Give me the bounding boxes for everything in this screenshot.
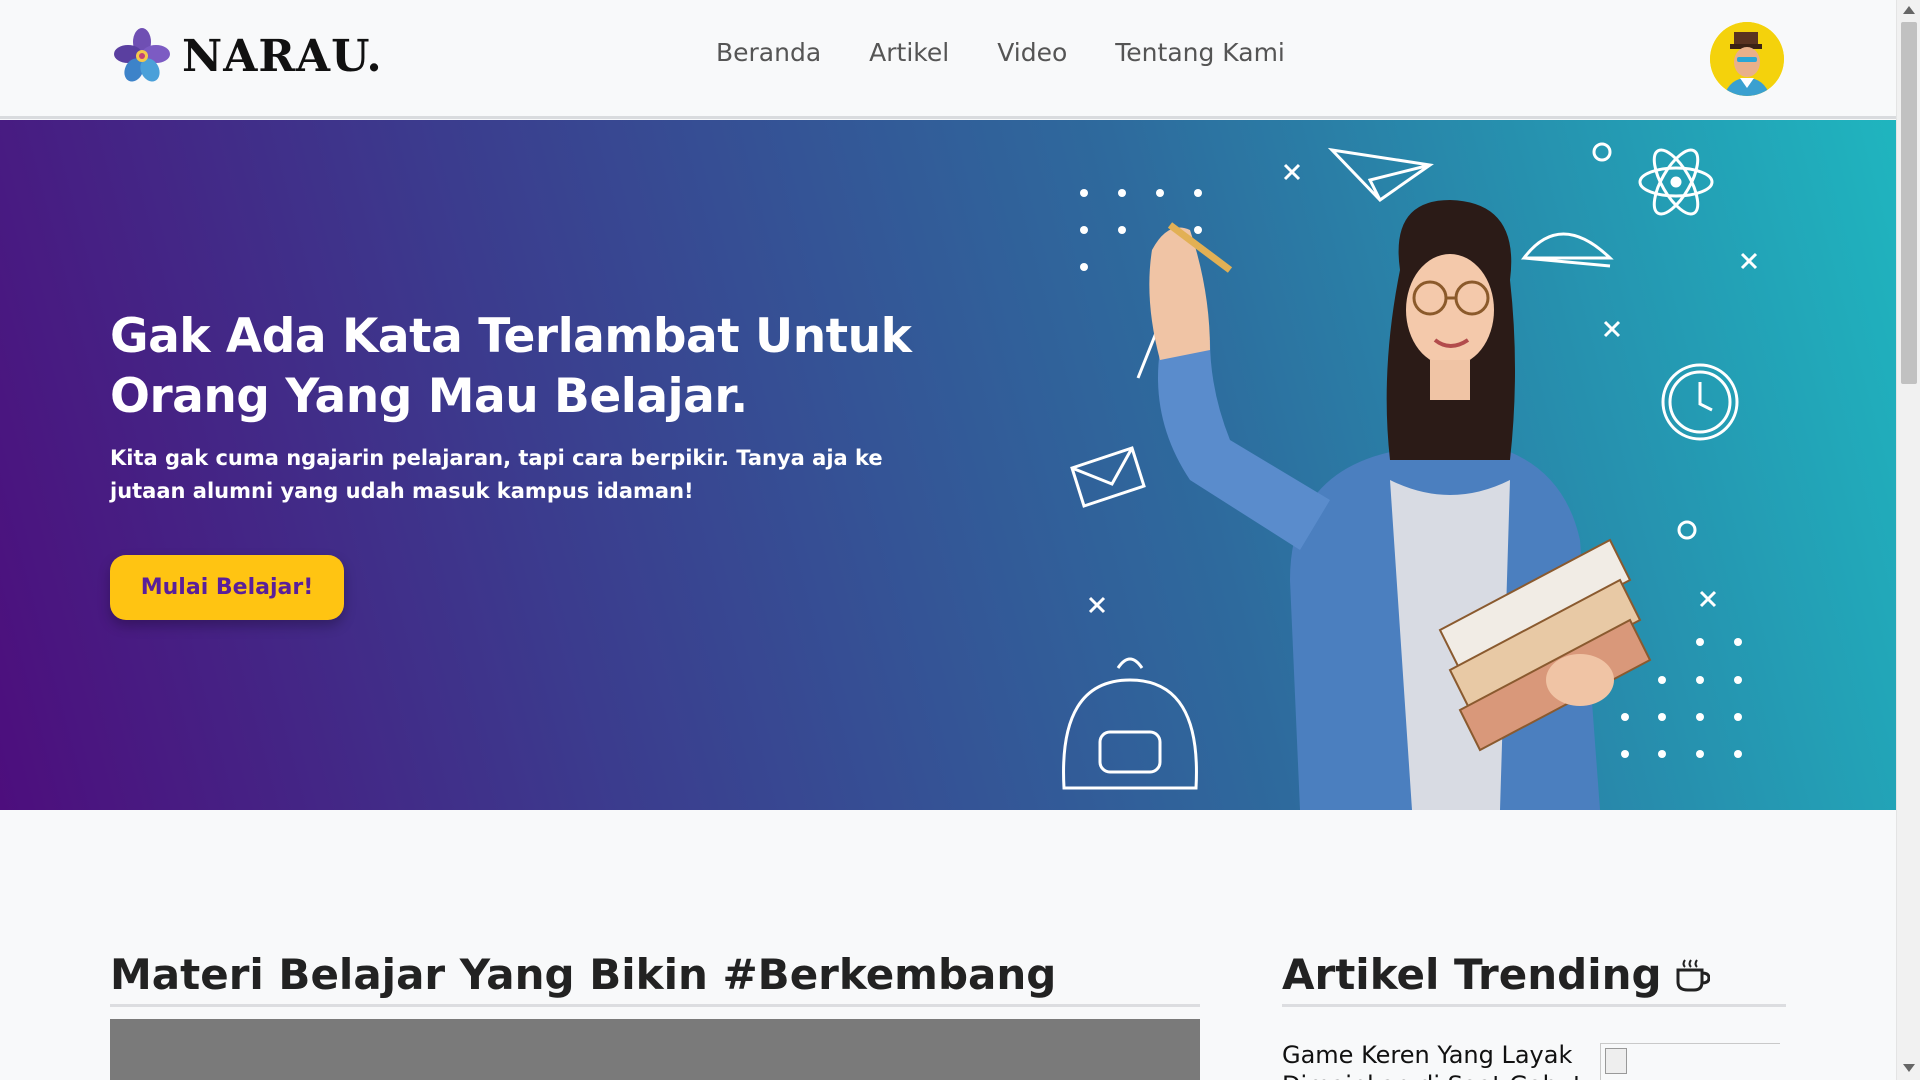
video-player[interactable] (110, 1019, 1200, 1080)
student-illustration (1062, 142, 1758, 810)
paper-plane-icon (1327, 147, 1434, 202)
page-scrollbar[interactable] (1896, 0, 1920, 1080)
scroll-down-arrow-icon[interactable] (1903, 1064, 1915, 1072)
user-avatar[interactable] (1710, 22, 1784, 96)
envelope-icon (1070, 446, 1146, 508)
hero-banner: Gak Ada Kata Terlambat Untuk Orang Yang … (0, 120, 1896, 810)
navbar: NARAU. Beranda Artikel Video Tentang Kam… (0, 0, 1896, 119)
main-nav: Beranda Artikel Video Tentang Kami (716, 38, 1285, 67)
hero-title: Gak Ada Kata Terlambat Untuk Orang Yang … (110, 309, 912, 424)
orchid-logo-icon (114, 28, 170, 82)
trending-article-thumbnail[interactable] (1600, 1043, 1780, 1080)
broken-image-icon (1605, 1048, 1627, 1074)
nav-link-beranda[interactable]: Beranda (716, 38, 821, 67)
materi-section-title: Materi Belajar Yang Bikin #Berkembang (110, 950, 1057, 999)
trending-divider (1282, 1004, 1786, 1007)
trending-article-link[interactable]: Game Keren Yang Layak Dimainkan di Saat … (1282, 1040, 1592, 1080)
brand-link[interactable]: NARAU. (110, 24, 383, 88)
trending-title-text: Artikel Trending (1282, 950, 1662, 999)
materi-divider (110, 1004, 1200, 1007)
avatar-illustration-icon (1710, 22, 1784, 96)
trending-section-title: Artikel Trending (1282, 950, 1710, 999)
atom-icon (1638, 148, 1714, 216)
coffee-cup-icon (1676, 958, 1710, 991)
scrollbar-thumb[interactable] (1901, 22, 1917, 384)
page: NARAU. Beranda Artikel Video Tentang Kam… (0, 0, 1920, 1080)
nav-link-tentang-kami[interactable]: Tentang Kami (1115, 38, 1285, 67)
hero-subtitle: Kita gak cuma ngajarin pelajaran, tapi c… (110, 446, 883, 503)
nav-link-artikel[interactable]: Artikel (869, 38, 949, 67)
backpack-icon (1062, 657, 1198, 790)
nav-link-video[interactable]: Video (997, 38, 1067, 67)
brand-name: NARAU. (182, 30, 383, 82)
clock-icon (1661, 363, 1739, 441)
scroll-up-arrow-icon[interactable] (1903, 6, 1915, 14)
start-learning-button[interactable]: Mulai Belajar! (110, 555, 344, 620)
protractor-icon (1520, 232, 1614, 268)
